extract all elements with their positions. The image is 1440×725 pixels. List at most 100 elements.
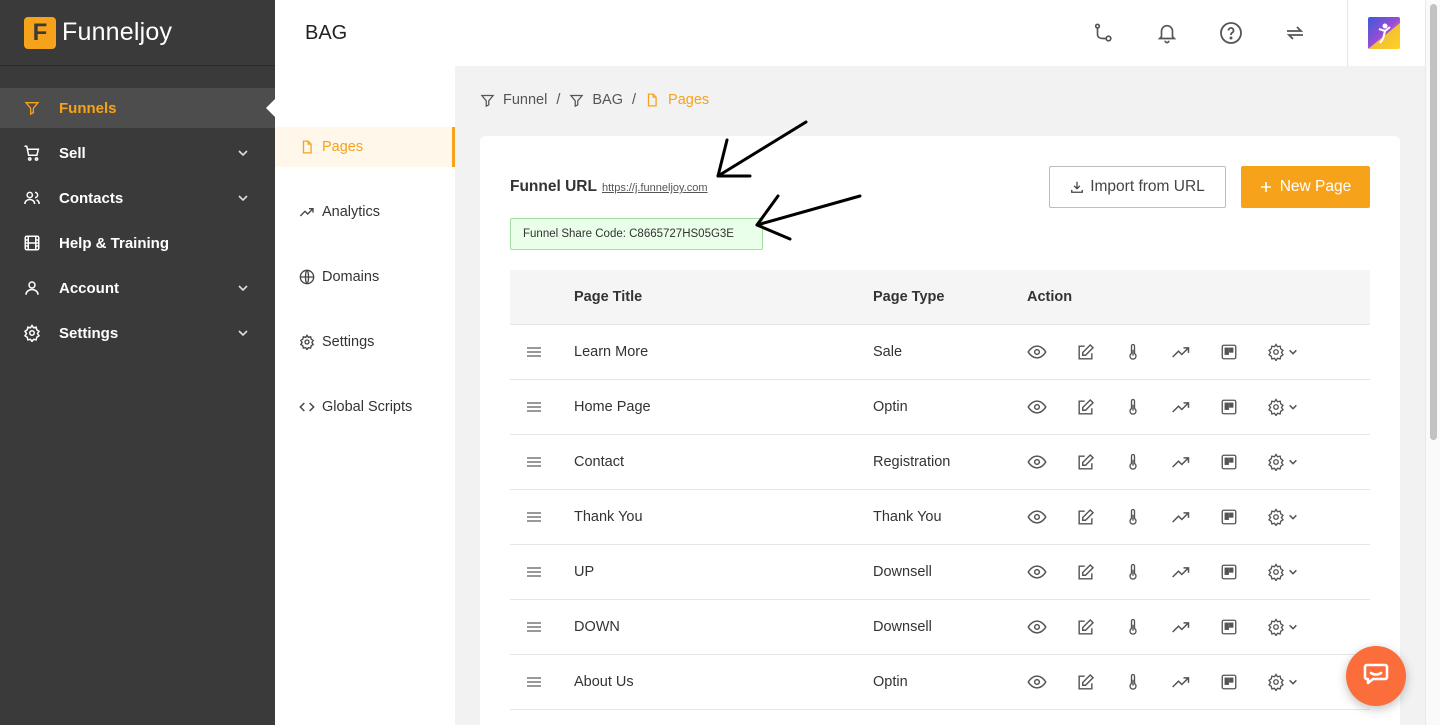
refresh-icon[interactable] — [1283, 21, 1307, 45]
split-icon[interactable] — [1219, 672, 1239, 692]
drag-handle-icon[interactable] — [527, 622, 541, 632]
trending-up-icon[interactable] — [1171, 342, 1191, 362]
top-header: BAG — [275, 0, 1425, 66]
edit-icon[interactable] — [1075, 562, 1095, 582]
eye-icon[interactable] — [1027, 507, 1047, 527]
split-icon[interactable] — [1219, 452, 1239, 472]
import-from-url-button[interactable]: Import from URL — [1049, 166, 1226, 208]
thermometer-icon[interactable] — [1123, 342, 1143, 362]
action-cell — [1027, 397, 1370, 417]
drag-handle-icon[interactable] — [527, 512, 541, 522]
sidebar-item-settings[interactable]: Settings — [0, 313, 275, 353]
brand[interactable]: F Funneljoy — [0, 0, 275, 66]
thermometer-icon[interactable] — [1123, 507, 1143, 527]
trending-up-icon[interactable] — [1171, 397, 1191, 417]
page-settings-dropdown[interactable] — [1267, 673, 1298, 691]
edit-icon[interactable] — [1075, 397, 1095, 417]
sidebar-item-sell[interactable]: Sell — [0, 133, 275, 173]
new-page-button[interactable]: New Page — [1241, 166, 1370, 208]
page-settings-dropdown[interactable] — [1267, 398, 1298, 416]
thermometer-icon[interactable] — [1123, 397, 1143, 417]
thermometer-icon[interactable] — [1123, 617, 1143, 637]
edit-icon[interactable] — [1075, 507, 1095, 527]
eye-icon[interactable] — [1027, 672, 1047, 692]
chevron-down-icon — [1288, 347, 1298, 357]
drag-handle-icon[interactable] — [527, 347, 541, 357]
split-icon[interactable] — [1219, 562, 1239, 582]
scrollbar-thumb[interactable] — [1430, 4, 1437, 440]
table-row: About Us Optin — [510, 655, 1370, 710]
thermometer-icon[interactable] — [1123, 452, 1143, 472]
drag-handle-icon[interactable] — [527, 567, 541, 577]
page-title-cell: Learn More — [574, 344, 649, 360]
subnav-item-global-scripts[interactable]: Global Scripts — [275, 387, 455, 427]
subnav-item-settings[interactable]: Settings — [275, 322, 455, 362]
thermometer-icon[interactable] — [1123, 562, 1143, 582]
gear-icon — [1267, 673, 1285, 691]
page-title: BAG — [305, 21, 348, 44]
git-branch-icon[interactable] — [1091, 21, 1115, 45]
eye-icon[interactable] — [1027, 617, 1047, 637]
avatar[interactable] — [1368, 17, 1400, 49]
action-cell — [1027, 342, 1370, 362]
trending-up-icon[interactable] — [1171, 452, 1191, 472]
eye-icon[interactable] — [1027, 452, 1047, 472]
page-scrollbar[interactable] — [1425, 0, 1440, 725]
action-cell — [1027, 452, 1370, 472]
edit-icon[interactable] — [1075, 672, 1095, 692]
split-icon[interactable] — [1219, 397, 1239, 417]
trending-up-icon[interactable] — [1171, 562, 1191, 582]
trending-up-icon[interactable] — [1171, 672, 1191, 692]
subnav-item-domains[interactable]: Domains — [275, 257, 455, 297]
page-type-cell: Optin — [873, 399, 908, 415]
sidebar-item-funnels[interactable]: Funnels — [0, 88, 275, 128]
thermometer-icon[interactable] — [1123, 672, 1143, 692]
drag-handle-icon[interactable] — [527, 402, 541, 412]
trending-up-icon[interactable] — [1171, 617, 1191, 637]
eye-icon[interactable] — [1027, 397, 1047, 417]
sidebar-item-label: Settings — [59, 324, 119, 342]
page-settings-dropdown[interactable] — [1267, 453, 1298, 471]
edit-icon[interactable] — [1075, 617, 1095, 637]
split-icon[interactable] — [1219, 342, 1239, 362]
drag-cell — [510, 402, 574, 412]
brand-name: Funneljoy — [62, 18, 173, 46]
breadcrumb-bag[interactable]: BAG — [592, 92, 623, 108]
subnav-item-pages[interactable]: Pages — [275, 127, 455, 167]
chat-icon — [1363, 663, 1389, 690]
page-settings-dropdown[interactable] — [1267, 343, 1298, 361]
table-header: Page Title Page Type Action — [510, 270, 1370, 325]
chevron-down-icon — [1288, 567, 1298, 577]
page-settings-dropdown[interactable] — [1267, 563, 1298, 581]
split-icon[interactable] — [1219, 617, 1239, 637]
page-settings-dropdown[interactable] — [1267, 508, 1298, 526]
chevron-down-icon — [237, 192, 249, 204]
gear-icon — [1267, 618, 1285, 636]
drag-handle-icon[interactable] — [527, 677, 541, 687]
trending-up-icon[interactable] — [1171, 507, 1191, 527]
breadcrumb: Funnel / BAG / Pages — [480, 92, 709, 108]
split-icon[interactable] — [1219, 507, 1239, 527]
funnel-url-link[interactable]: https://j.funneljoy.com — [602, 182, 708, 194]
sidebar-item-account[interactable]: Account — [0, 268, 275, 308]
subnav-item-label: Analytics — [322, 204, 381, 220]
action-cell — [1027, 617, 1370, 637]
chat-button[interactable] — [1346, 646, 1406, 706]
page-settings-dropdown[interactable] — [1267, 618, 1298, 636]
edit-icon[interactable] — [1075, 452, 1095, 472]
table-body: Learn More Sale Home Page Optin Contact Regis… — [510, 325, 1370, 710]
sidebar-item-help-training[interactable]: Help & Training — [0, 223, 275, 263]
sidebar-item-contacts[interactable]: Contacts — [0, 178, 275, 218]
page-title-cell: Thank You — [574, 509, 643, 525]
bell-icon[interactable] — [1155, 21, 1179, 45]
table-row: Learn More Sale — [510, 325, 1370, 380]
subnav-item-analytics[interactable]: Analytics — [275, 192, 455, 232]
edit-icon[interactable] — [1075, 342, 1095, 362]
breadcrumb-funnel[interactable]: Funnel — [503, 92, 547, 108]
eye-icon[interactable] — [1027, 342, 1047, 362]
help-circle-icon[interactable] — [1219, 21, 1243, 45]
funnel-url: Funnel URL https://j.funneljoy.com — [510, 178, 708, 196]
eye-icon[interactable] — [1027, 562, 1047, 582]
drag-handle-icon[interactable] — [527, 457, 541, 467]
action-cell — [1027, 672, 1370, 692]
